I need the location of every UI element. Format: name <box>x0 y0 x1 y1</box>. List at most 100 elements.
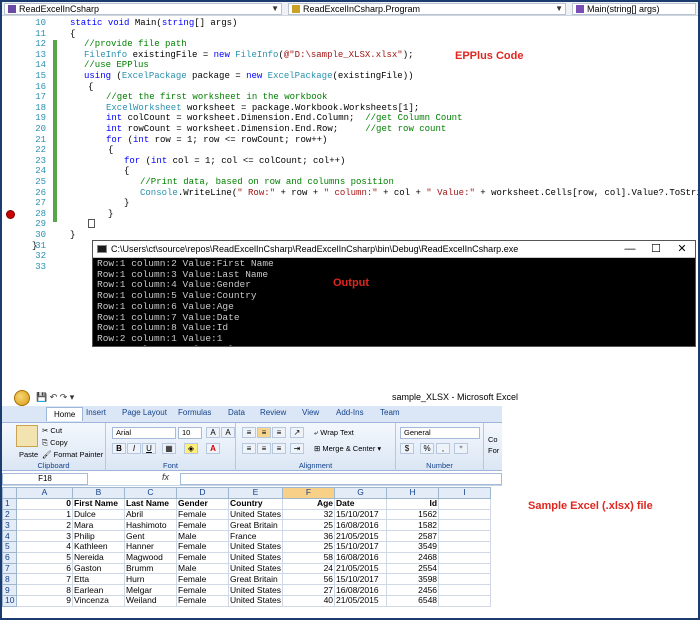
code-line[interactable]: } <box>108 209 113 220</box>
wrap-text-button[interactable]: ⤶ Wrap Text <box>314 428 354 438</box>
format-painter-button[interactable]: 🖌 Format Painter <box>42 450 103 459</box>
cell[interactable] <box>438 562 492 575</box>
cell[interactable]: 1562 <box>386 508 440 521</box>
cell[interactable]: 8 <box>16 584 73 596</box>
cell[interactable] <box>438 594 492 607</box>
code-line[interactable]: //use EPPlus <box>84 60 149 71</box>
code-line[interactable]: using (ExcelPackage package = new ExcelP… <box>84 71 414 82</box>
tab-insert[interactable]: Insert <box>86 408 106 417</box>
cell[interactable]: 1582 <box>386 519 440 532</box>
code-line[interactable]: } <box>70 230 75 241</box>
cell[interactable] <box>438 540 492 553</box>
code-line[interactable]: //Print data, based on row and columns p… <box>140 177 394 188</box>
quick-access-toolbar[interactable]: 💾 ↶ ↷ ▾ <box>36 392 74 403</box>
cell[interactable]: Etta <box>72 573 125 586</box>
cell[interactable]: Weiland <box>124 594 177 607</box>
minimize-button[interactable]: — <box>617 241 643 257</box>
copy-button[interactable]: ⎘ Copy <box>42 438 68 448</box>
cell[interactable]: Philip <box>72 530 125 542</box>
cell[interactable]: Gaston <box>72 562 125 575</box>
cell[interactable]: 21/05/2015 <box>334 562 388 575</box>
align-bottom-icon[interactable]: ≡ <box>272 427 286 438</box>
tab-page-layout[interactable]: Page Layout <box>122 408 167 417</box>
column-header[interactable]: I <box>438 487 492 499</box>
cell[interactable]: 2 <box>16 519 73 532</box>
cell[interactable]: Country <box>227 497 284 510</box>
cell[interactable]: Female <box>176 519 229 532</box>
code-line[interactable]: { <box>88 82 93 93</box>
code-line[interactable]: { <box>70 29 75 40</box>
cell[interactable] <box>438 519 492 532</box>
cell[interactable] <box>438 584 492 596</box>
cell[interactable]: Magwood <box>124 551 177 564</box>
row-header[interactable]: 4 <box>2 530 17 542</box>
cell[interactable] <box>438 573 492 586</box>
cell[interactable]: 24 <box>282 562 336 575</box>
cell[interactable]: Female <box>176 551 229 564</box>
column-header[interactable]: H <box>386 487 440 499</box>
cell[interactable]: Male <box>176 562 229 575</box>
cell[interactable]: 15/10/2017 <box>334 573 388 586</box>
cell[interactable]: 2587 <box>386 530 440 542</box>
align-left-icon[interactable]: ≡ <box>242 443 256 454</box>
row-header[interactable]: 6 <box>2 551 17 564</box>
column-header[interactable]: E <box>227 487 284 499</box>
column-header[interactable]: F <box>282 487 336 499</box>
cell[interactable] <box>438 508 492 521</box>
font-size-select[interactable]: 10 <box>178 427 202 439</box>
cell[interactable]: 32 <box>282 508 336 521</box>
class-dropdown[interactable]: ReadExcelInCsharp.Program ▼ <box>288 3 566 15</box>
cell[interactable]: Kathleen <box>72 540 125 553</box>
cell[interactable]: United States <box>227 594 284 607</box>
column-header[interactable]: G <box>334 487 388 499</box>
cell[interactable]: United States <box>227 584 284 596</box>
row-header[interactable]: 5 <box>2 540 17 553</box>
cell[interactable]: Hanner <box>124 540 177 553</box>
number-format-select[interactable]: General <box>400 427 480 439</box>
row-header[interactable]: 8 <box>2 573 17 586</box>
close-button[interactable]: ✕ <box>669 241 695 257</box>
cell[interactable]: Nereida <box>72 551 125 564</box>
cell[interactable]: 21/05/2015 <box>334 530 388 542</box>
column-header[interactable]: D <box>176 487 229 499</box>
code-line[interactable]: for (int row = 1; row <= rowCount; row++… <box>106 135 327 146</box>
align-top-icon[interactable]: ≡ <box>242 427 256 438</box>
member-dropdown[interactable]: Main(string[] args) <box>572 3 696 15</box>
cell[interactable]: 27 <box>282 584 336 596</box>
cell[interactable]: Date <box>334 497 388 510</box>
row-header[interactable]: 3 <box>2 519 17 532</box>
comma-button[interactable]: , <box>436 443 450 454</box>
tab-home[interactable]: Home <box>46 407 84 421</box>
cell[interactable]: Age <box>282 497 336 510</box>
cell[interactable]: Male <box>176 530 229 542</box>
grow-font-button[interactable]: A <box>206 427 220 438</box>
code-line[interactable] <box>88 219 95 231</box>
increase-decimal-icon[interactable]: ⁺ <box>454 443 468 454</box>
cell[interactable]: 0 <box>16 497 73 510</box>
cell[interactable]: 16/08/2016 <box>334 584 388 596</box>
underline-button[interactable]: U <box>142 443 156 454</box>
align-center-icon[interactable]: ≡ <box>257 443 271 454</box>
borders-icon[interactable]: ▦ <box>162 443 176 454</box>
name-box[interactable]: F18 <box>2 473 88 485</box>
code-line[interactable]: ExcelWorksheet worksheet = package.Workb… <box>106 103 419 114</box>
font-color-icon[interactable]: A <box>206 443 220 454</box>
cell[interactable]: First Name <box>72 497 125 510</box>
tab-view[interactable]: View <box>302 408 319 417</box>
code-line[interactable]: //get the first worksheet in the workboo… <box>106 92 327 103</box>
tab-add-ins[interactable]: Add-Ins <box>336 408 364 417</box>
currency-button[interactable]: $ <box>400 443 414 454</box>
cell[interactable]: 3549 <box>386 540 440 553</box>
percent-button[interactable]: % <box>420 443 434 454</box>
row-header[interactable]: 9 <box>2 584 17 596</box>
font-name-select[interactable]: Arial <box>112 427 176 439</box>
cell[interactable]: 2456 <box>386 584 440 596</box>
cell[interactable]: 25 <box>282 519 336 532</box>
cell[interactable]: Female <box>176 508 229 521</box>
cell[interactable]: France <box>227 530 284 542</box>
cell[interactable] <box>438 497 492 510</box>
cell[interactable]: United States <box>227 562 284 575</box>
spreadsheet-grid[interactable]: A B C D E F G H I 1 0 First Name Last Name Gender Coun… <box>2 487 492 607</box>
cell[interactable]: Great Britain <box>227 573 284 586</box>
cell[interactable]: 3 <box>16 530 73 542</box>
